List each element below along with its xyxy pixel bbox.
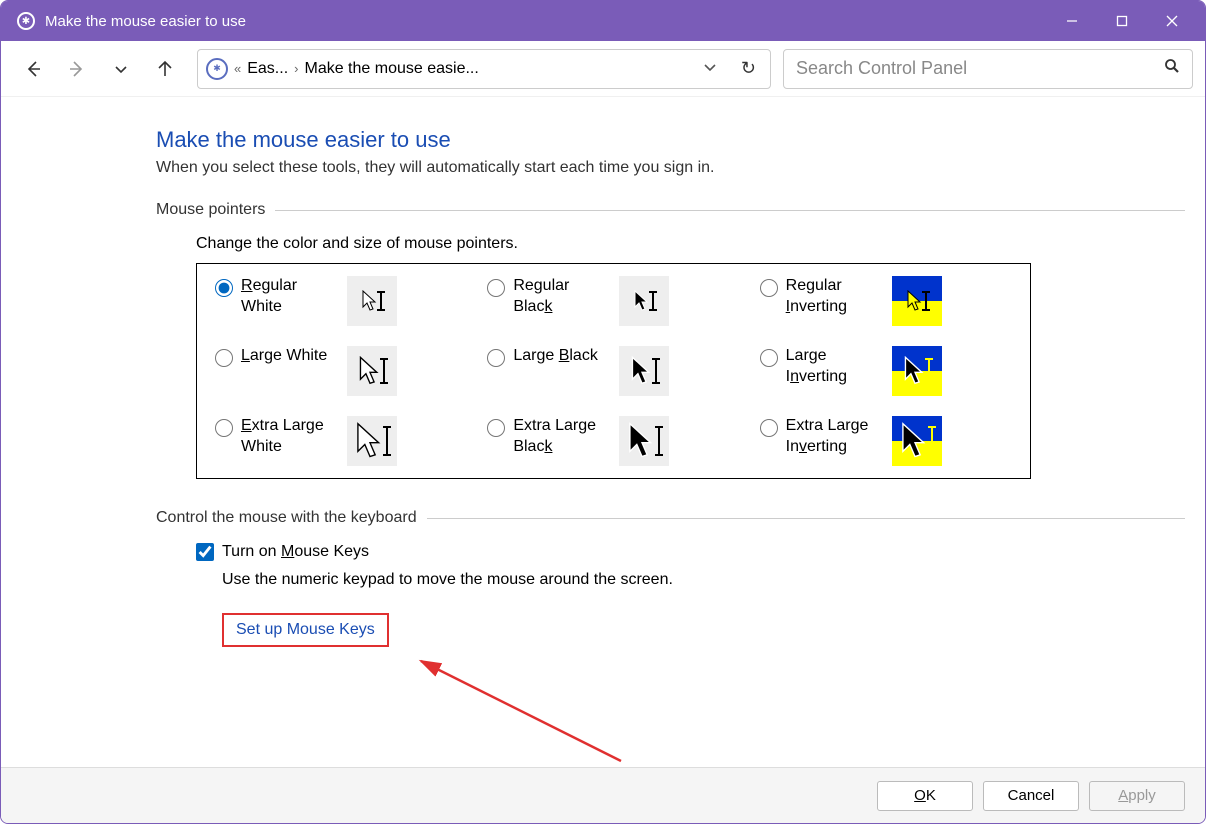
cursor-preview [619, 276, 669, 326]
cursor-preview [347, 346, 397, 396]
up-button[interactable] [145, 49, 185, 89]
divider [427, 518, 1185, 519]
ibeam-icon [928, 358, 930, 384]
ibeam-icon [658, 426, 660, 456]
minimize-button[interactable] [1047, 1, 1097, 41]
pointer-option-large-black[interactable]: Large Black [487, 346, 739, 396]
page-subtitle: When you select these tools, they will a… [156, 159, 1185, 177]
cursor-preview [619, 416, 669, 466]
ibeam-icon [925, 291, 927, 311]
window-title: Make the mouse easier to use [45, 13, 1047, 30]
forward-button[interactable] [57, 49, 97, 89]
addr-category-icon [206, 58, 228, 80]
pointer-option-large-inverting[interactable]: Large Inverting [760, 346, 1012, 396]
section-label: Control the mouse with the keyboard [156, 509, 417, 527]
cancel-button[interactable]: Cancel [983, 781, 1079, 811]
close-button[interactable] [1147, 1, 1197, 41]
page-title: Make the mouse easier to use [156, 127, 1185, 153]
address-bar[interactable]: « Eas... › Make the mouse easie... ↻ [197, 49, 771, 89]
search-box[interactable] [783, 49, 1193, 89]
pointer-grid: Regular White Regular Black [196, 263, 1031, 479]
radio-large-white[interactable] [215, 349, 233, 367]
radio-extra-large-black[interactable] [487, 419, 505, 437]
cursor-preview [892, 346, 942, 396]
search-input[interactable] [796, 58, 1164, 79]
ok-button[interactable]: OK [877, 781, 973, 811]
chevron-right-icon: › [294, 61, 298, 76]
radio-regular-white[interactable] [215, 279, 233, 297]
radio-regular-inverting[interactable] [760, 279, 778, 297]
radio-extra-large-inverting[interactable] [760, 419, 778, 437]
button-bar: OK Cancel Apply [1, 767, 1205, 823]
refresh-icon[interactable]: ↻ [733, 58, 764, 79]
divider [275, 210, 1185, 211]
cursor-preview [619, 346, 669, 396]
breadcrumb-prev[interactable]: Eas... [247, 60, 288, 78]
content-area: Make the mouse easier to use When you se… [1, 97, 1205, 767]
ibeam-icon [383, 358, 385, 384]
radio-large-black[interactable] [487, 349, 505, 367]
scroll-region[interactable]: Make the mouse easier to use When you se… [1, 97, 1205, 767]
section-mouse-pointers: Mouse pointers [156, 201, 1185, 219]
pointer-option-extra-large-inverting[interactable]: Extra Large Inverting [760, 416, 1012, 466]
ibeam-icon [655, 358, 657, 384]
pointer-option-regular-inverting[interactable]: Regular Inverting [760, 276, 1012, 326]
maximize-button[interactable] [1097, 1, 1147, 41]
pointer-option-regular-black[interactable]: Regular Black [487, 276, 739, 326]
pointer-option-extra-large-white[interactable]: Extra Large White [215, 416, 467, 466]
chevron-left-icon: « [234, 61, 241, 76]
radio-regular-black[interactable] [487, 279, 505, 297]
setup-mouse-keys-link[interactable]: Set up Mouse Keys [236, 621, 375, 638]
app-icon [17, 12, 35, 30]
section-label: Mouse pointers [156, 201, 265, 219]
control-panel-window: Make the mouse easier to use [0, 0, 1206, 824]
mouse-keys-checkbox[interactable] [196, 543, 214, 561]
search-icon[interactable] [1164, 58, 1180, 79]
radio-large-inverting[interactable] [760, 349, 778, 367]
pointer-option-extra-large-black[interactable]: Extra Large Black [487, 416, 739, 466]
ibeam-icon [386, 426, 388, 456]
cursor-preview [892, 276, 942, 326]
apply-button[interactable]: Apply [1089, 781, 1185, 811]
cursor-preview [892, 416, 942, 466]
pointer-option-regular-white[interactable]: Regular White [215, 276, 467, 326]
window-controls [1047, 1, 1197, 41]
setup-mouse-keys-highlight: Set up Mouse Keys [222, 613, 389, 647]
mouse-keys-checkbox-row[interactable]: Turn on Mouse Keys [196, 543, 1185, 561]
pointer-desc: Change the color and size of mouse point… [196, 235, 1185, 253]
cursor-preview [347, 416, 397, 466]
ibeam-icon [380, 291, 382, 311]
navigation-toolbar: « Eas... › Make the mouse easie... ↻ [1, 41, 1205, 97]
ibeam-icon [931, 426, 933, 456]
mouse-keys-desc: Use the numeric keypad to move the mouse… [222, 571, 1185, 589]
chevron-down-icon[interactable] [693, 60, 727, 77]
titlebar: Make the mouse easier to use [1, 1, 1205, 41]
radio-extra-large-white[interactable] [215, 419, 233, 437]
checkbox-label: Turn on Mouse Keys [222, 543, 369, 561]
breadcrumb-current[interactable]: Make the mouse easie... [304, 60, 534, 78]
back-button[interactable] [13, 49, 53, 89]
cursor-preview [347, 276, 397, 326]
pointer-option-large-white[interactable]: Large White [215, 346, 467, 396]
ibeam-icon [652, 291, 654, 311]
section-control-keyboard: Control the mouse with the keyboard [156, 509, 1185, 527]
recent-button[interactable] [101, 49, 141, 89]
